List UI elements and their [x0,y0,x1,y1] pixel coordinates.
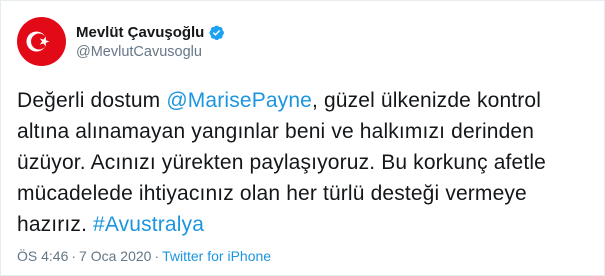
tweet-text-segment: hazırız. [17,213,94,236]
author-names: Mevlüt Çavuşoğlu @MevlutCavusoglu [76,23,225,60]
tweet-time[interactable]: ÖS 4:46 [17,248,68,264]
turkish-flag-icon [17,16,66,66]
tweet-header: Mevlüt Çavuşoğlu @MevlutCavusoglu [17,15,225,67]
tweet-text-segment: , güzel ülkenizde kontrol [312,89,542,112]
mention-link[interactable]: @MarisePayne [166,89,312,112]
author-handle[interactable]: @MevlutCavusoglu [76,44,225,60]
tweet-text: Değerli dostum @MarisePayne, güzel ülken… [17,85,597,240]
tweet-card: Mevlüt Çavuşoğlu @MevlutCavusoglu Değerl… [0,0,605,276]
avatar[interactable] [17,16,66,66]
name-row: Mevlüt Çavuşoğlu [76,23,225,43]
tweet-text-segment: Değerli dostum [17,89,167,112]
tweet-source-link[interactable]: Twitter for iPhone [162,248,271,264]
verified-badge-icon [208,24,225,41]
tweet-line-1: Değerli dostum @MarisePayne, güzel ülken… [17,85,597,116]
tweet-line-2: altına alınamayan yangınlar beni ve halk… [17,120,535,143]
meta-separator: · [154,248,160,264]
tweet-date[interactable]: 7 Oca 2020 [79,248,151,264]
tweet-metadata: ÖS 4:46 · 7 Oca 2020 · Twitter for iPhone [17,248,271,264]
tweet-line-5: hazırız. #Avustralya [17,209,597,240]
hashtag-link[interactable]: #Avustralya [93,213,204,236]
author-display-name[interactable]: Mevlüt Çavuşoğlu [76,24,204,41]
tweet-line-3: üzüyor. Acınızı yürekten paylaşıyoruz. B… [17,151,547,174]
meta-separator: · [71,248,77,264]
tweet-line-4: mücadelede ihtiyacınız olan her türlü de… [17,182,527,205]
